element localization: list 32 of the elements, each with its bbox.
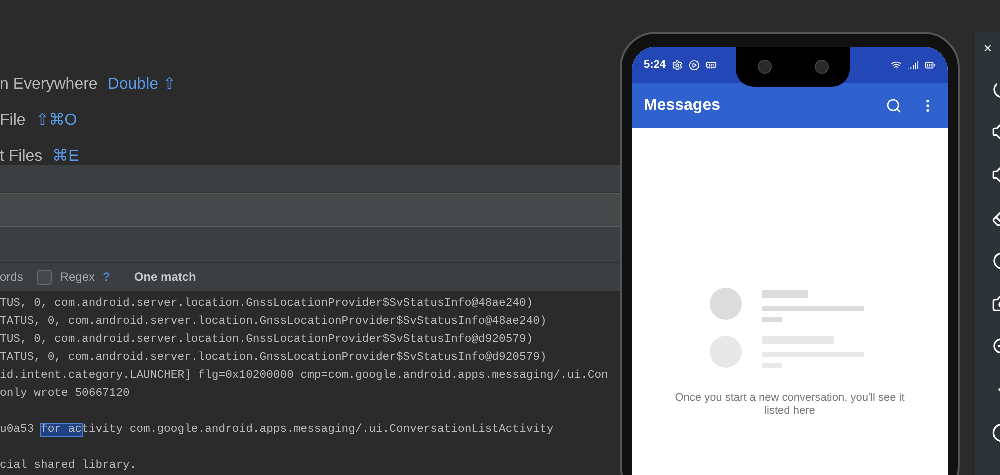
log-line: TUS, 0, com.android.server.location.GnssLocationProvider$SvStatusInfo@48ae240): [0, 298, 534, 310]
app-title: Messages: [644, 96, 722, 114]
log-line: tivity com.google.android.apps.messaging/.ui.ConversationListActivity: [82, 424, 554, 436]
sd-card-icon: [706, 60, 718, 70]
play-icon: [689, 60, 700, 70]
shortcut-text: ⇧⌘O: [36, 111, 78, 131]
log-line: TATUS, 0, com.android.server.location.GnssLocationProvider$SvStatusInfo@d920579): [0, 352, 547, 364]
option-label: Regex: [60, 270, 96, 284]
shortcut-text: ⌘E: [52, 147, 80, 167]
hint-label: t Files: [0, 147, 43, 167]
close-button[interactable]: ×: [984, 40, 992, 56]
match-count: One match: [134, 270, 196, 284]
signal-icon: [908, 60, 919, 70]
search-field[interactable]: [0, 193, 621, 227]
log-line: only wrote 50667120: [0, 388, 130, 400]
battery-icon: [925, 60, 936, 70]
option-label: ords: [0, 270, 24, 284]
hint-label: File: [0, 111, 26, 131]
hint-label: n Everywhere: [0, 75, 98, 95]
wifi-icon: [891, 60, 902, 70]
gear-icon: [672, 60, 684, 70]
empty-message: Once you start a new conversation, you'll see it listed here: [674, 392, 906, 418]
log-line: cial shared library.: [0, 460, 137, 472]
log-line: TUS, 0, com.android.server.location.GnssLocationProvider$SvStatusInfo@d920579): [0, 334, 534, 346]
selected-text: for ac: [41, 424, 82, 436]
status-time: 5:24: [644, 59, 666, 71]
checkbox[interactable]: [37, 270, 52, 284]
log-line: TATUS, 0, com.android.server.location.GnssLocationProvider$SvStatusInfo@48ae240): [0, 316, 547, 328]
shortcut-text: Double ⇧: [108, 75, 176, 95]
log-line: id.intent.category.LAUNCHER] flg=0x10200000 cmp=com.google.android.apps.messaging/.ui.Con: [0, 370, 608, 382]
search-icon[interactable]: [886, 98, 902, 114]
log-line: u0a53: [0, 424, 36, 436]
